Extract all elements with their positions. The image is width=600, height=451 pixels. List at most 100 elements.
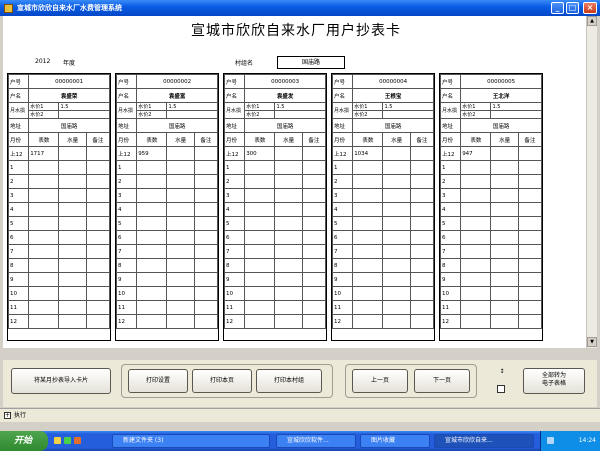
volume-cell[interactable] [490,230,519,245]
vertical-scrollbar[interactable]: ▲ ▼ [586,16,597,348]
volume-cell[interactable] [166,216,195,231]
reading-cell[interactable] [28,286,60,301]
remark-cell[interactable] [301,314,327,329]
remark-cell[interactable] [517,202,543,217]
reading-cell[interactable] [136,174,168,189]
volume-cell[interactable] [382,146,411,161]
remark-cell[interactable] [85,286,111,301]
reading-cell[interactable] [460,314,492,329]
reading-cell[interactable] [244,188,276,203]
prev-reading-value[interactable]: 1717 [28,146,60,161]
reading-cell[interactable] [28,160,60,175]
price1-value[interactable]: 1.5 [166,102,218,111]
volume-cell[interactable] [274,202,303,217]
volume-cell[interactable] [490,188,519,203]
export-checkbox[interactable] [497,385,505,393]
account-value[interactable]: 00000004 [352,74,434,89]
reading-cell[interactable] [244,286,276,301]
reading-cell[interactable] [244,160,276,175]
browser-icon[interactable] [64,437,71,444]
volume-cell[interactable] [274,286,303,301]
reading-cell[interactable] [352,160,384,175]
remark-cell[interactable] [193,286,219,301]
reading-cell[interactable] [460,188,492,203]
remark-cell[interactable] [301,216,327,231]
volume-cell[interactable] [166,258,195,273]
remark-cell[interactable] [301,230,327,245]
volume-cell[interactable] [382,188,411,203]
remark-cell[interactable] [517,188,543,203]
price1-value[interactable]: 1.5 [58,102,110,111]
remark-cell[interactable] [85,216,111,231]
reading-cell[interactable] [460,202,492,217]
volume-cell[interactable] [382,202,411,217]
volume-cell[interactable] [274,244,303,259]
volume-cell[interactable] [166,244,195,259]
volume-cell[interactable] [274,314,303,329]
volume-cell[interactable] [274,146,303,161]
remark-cell[interactable] [193,160,219,175]
remark-cell[interactable] [517,160,543,175]
volume-cell[interactable] [382,174,411,189]
name-value[interactable]: 袁盛发 [244,88,326,103]
name-value[interactable]: 王根宝 [352,88,434,103]
reading-cell[interactable] [28,230,60,245]
task-water-app[interactable]: 宣城市欣欣自来... [434,434,534,448]
print-setup-button[interactable]: 打印设置 [128,369,188,393]
reading-cell[interactable] [460,272,492,287]
volume-cell[interactable] [58,230,87,245]
reading-cell[interactable] [352,230,384,245]
volume-cell[interactable] [274,258,303,273]
remark-cell[interactable] [193,272,219,287]
reading-cell[interactable] [352,314,384,329]
remark-cell[interactable] [301,258,327,273]
remark-cell[interactable] [193,146,219,161]
volume-cell[interactable] [490,258,519,273]
volume-cell[interactable] [166,314,195,329]
remark-cell[interactable] [193,174,219,189]
volume-cell[interactable] [58,272,87,287]
volume-cell[interactable] [274,272,303,287]
remark-cell[interactable] [193,244,219,259]
volume-cell[interactable] [166,160,195,175]
volume-cell[interactable] [58,258,87,273]
account-value[interactable]: 00000001 [28,74,110,89]
address-value[interactable]: 国庙路 [136,118,218,133]
remark-cell[interactable] [301,202,327,217]
price1-value[interactable]: 1.5 [490,102,542,111]
reading-cell[interactable] [352,202,384,217]
reading-cell[interactable] [460,160,492,175]
reading-cell[interactable] [244,300,276,315]
remark-cell[interactable] [517,244,543,259]
remark-cell[interactable] [517,258,543,273]
price1-value[interactable]: 1.5 [274,102,326,111]
remark-cell[interactable] [301,146,327,161]
remark-cell[interactable] [517,314,543,329]
volume-cell[interactable] [58,188,87,203]
remark-cell[interactable] [85,146,111,161]
volume-cell[interactable] [274,216,303,231]
remark-cell[interactable] [85,202,111,217]
remark-cell[interactable] [193,230,219,245]
volume-cell[interactable] [166,202,195,217]
reading-cell[interactable] [244,230,276,245]
remark-cell[interactable] [301,174,327,189]
volume-cell[interactable] [382,314,411,329]
volume-cell[interactable] [166,286,195,301]
volume-cell[interactable] [166,146,195,161]
maximize-button[interactable]: □ [566,2,579,14]
price2-value[interactable] [490,110,542,119]
volume-cell[interactable] [490,300,519,315]
remark-cell[interactable] [301,300,327,315]
remark-cell[interactable] [517,174,543,189]
reading-cell[interactable] [460,286,492,301]
volume-cell[interactable] [166,188,195,203]
reading-cell[interactable] [244,258,276,273]
reading-cell[interactable] [28,188,60,203]
reading-cell[interactable] [352,174,384,189]
volume-cell[interactable] [274,160,303,175]
remark-cell[interactable] [193,216,219,231]
remark-cell[interactable] [409,216,435,231]
volume-cell[interactable] [58,146,87,161]
volume-cell[interactable] [58,286,87,301]
